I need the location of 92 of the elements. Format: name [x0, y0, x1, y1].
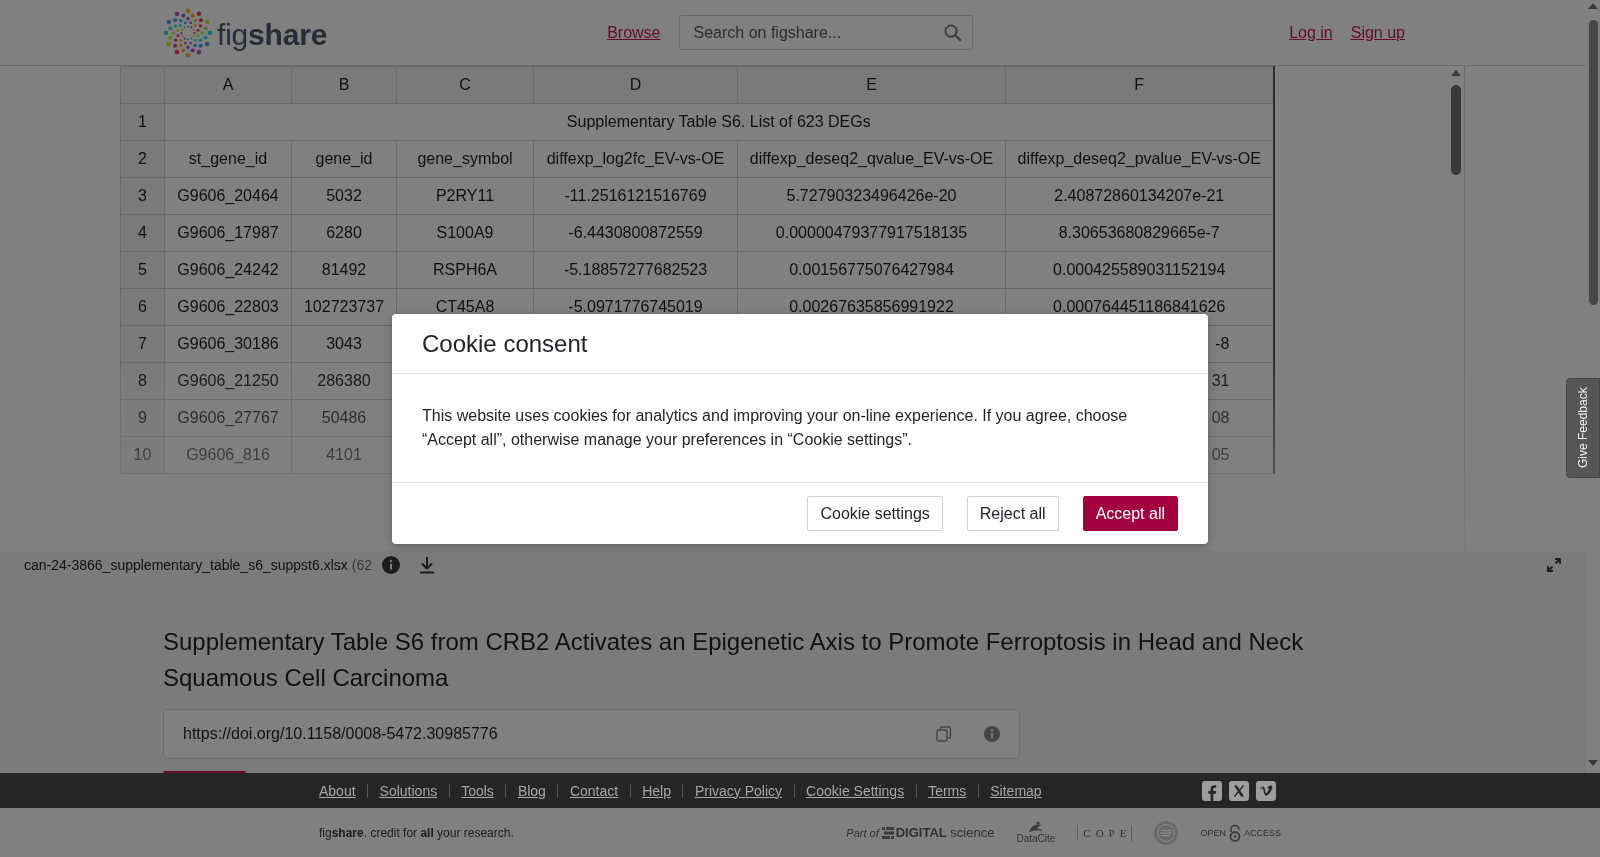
footer-link[interactable]: Help — [642, 782, 671, 799]
footer-link[interactable]: About — [319, 782, 356, 799]
info-icon[interactable] — [382, 555, 400, 574]
partner-logo-text[interactable]: COPE — [1077, 824, 1133, 841]
dialog-button[interactable]: Cookie settings — [807, 496, 943, 531]
scrollbar-thumb[interactable] — [1451, 85, 1461, 175]
dialog-button[interactable]: Accept all — [1082, 496, 1178, 531]
table-cell: -6.4430800872559 — [533, 214, 738, 252]
table-cell: 0.00000479377917518135 — [737, 214, 1006, 252]
stripes-logo-icon[interactable] — [881, 826, 894, 839]
table-cell: 31 — [1211, 372, 1230, 389]
table-cell: st_gene_id — [164, 140, 292, 178]
footer-link[interactable]: Blog — [517, 782, 546, 799]
footer-tagline: figshare. credit for all your research. — [319, 825, 514, 840]
scroll-down-icon[interactable] — [1588, 760, 1598, 766]
row-header: 7 — [120, 325, 165, 363]
dialog-message: This website uses cookies for analytics and improving your on-line experience. If you agree, choose “Accept all”, otherwise manage your preferences in “Cookie settings”. — [422, 406, 1129, 450]
doi-text: https://doi.org/10.1158/0008-5472.30985776 — [183, 725, 498, 743]
copy-icon[interactable] — [936, 726, 952, 742]
facebook-icon[interactable] — [1202, 780, 1222, 801]
expand-icon[interactable] — [1547, 557, 1561, 572]
table-cell: 0.00156775076427984 — [737, 251, 1006, 289]
footer-link[interactable]: Terms — [928, 782, 967, 799]
column-header: A — [164, 66, 292, 104]
dialog-title: Cookie consent — [422, 329, 588, 358]
partner-logo-text[interactable]: ACCESS — [1244, 827, 1281, 838]
round-seal-icon[interactable] — [1154, 820, 1179, 845]
table-cell: G9606_20464 — [164, 177, 292, 215]
auth-link[interactable]: Sign up — [1350, 23, 1405, 42]
scroll-up-icon[interactable] — [1451, 70, 1461, 76]
partner-logo-text[interactable]: DIGITAL science — [895, 825, 995, 840]
swoosh-logo-icon[interactable] — [1028, 821, 1044, 833]
spiral-logo-icon[interactable] — [163, 7, 213, 58]
row-header: 9 — [120, 399, 165, 437]
table-cell: 08 — [1211, 409, 1230, 426]
table-cell: -5.18857277682523 — [533, 251, 738, 289]
column-header: B — [291, 66, 397, 104]
partner-logo-text[interactable]: Part of — [846, 826, 879, 839]
table-cell: -11.2516121516769 — [533, 177, 738, 215]
download-icon[interactable] — [419, 555, 435, 574]
file-name: can-24-3866_supplementary_table_s6_suppst6.xlsx — [24, 556, 348, 573]
auth-link[interactable]: Log in — [1289, 23, 1333, 42]
footer-link[interactable]: Tools — [461, 782, 494, 799]
footer-link[interactable]: Sitemap — [990, 782, 1042, 799]
table-cell: G9606_22803 — [164, 288, 292, 326]
table-cell: diffexp_log2fc_EV-vs-OE — [533, 140, 738, 178]
row-header: 5 — [120, 251, 165, 289]
table-cell: 6280 — [291, 214, 397, 252]
partner-logo-text[interactable]: OPEN — [1200, 827, 1226, 838]
table-cell: gene_id — [291, 140, 397, 178]
file-size: (62 — [351, 556, 372, 573]
browse-link[interactable]: Browse — [607, 23, 661, 42]
row-header: 8 — [120, 362, 165, 400]
footer-link[interactable]: Contact — [569, 782, 619, 799]
x-logo-icon[interactable] — [1229, 780, 1249, 801]
table-cell: 5032 — [291, 177, 397, 215]
row-header: 10 — [120, 436, 165, 474]
table-cell: 05 — [1211, 446, 1230, 463]
info-icon[interactable] — [984, 726, 1000, 742]
logo-wordmark[interactable]: figshare — [217, 13, 328, 52]
table-cell: gene_symbol — [396, 140, 534, 178]
table-cell: 5.72790323496426e-20 — [737, 177, 1006, 215]
vimeo-icon[interactable] — [1256, 780, 1276, 801]
partner-logo-text[interactable]: DataCite — [1016, 833, 1056, 844]
scroll-up-icon[interactable] — [1588, 3, 1598, 9]
table-cell: RSPH6A — [396, 251, 534, 289]
table-cell: G9606_17987 — [164, 214, 292, 252]
search-icon[interactable] — [943, 24, 961, 41]
table-cell: P2RY11 — [396, 177, 534, 215]
footer-link[interactable]: Privacy Policy — [694, 782, 783, 799]
table-cell: diffexp_deseq2_qvalue_EV-vs-OE — [737, 140, 1006, 178]
row-header: 2 — [120, 140, 165, 178]
table-cell: -8 — [1215, 335, 1230, 352]
row-header: 6 — [120, 288, 165, 326]
column-header: C — [396, 66, 534, 104]
table-cell: G9606_24242 — [164, 251, 292, 289]
open-lock-icon[interactable] — [1228, 823, 1242, 842]
column-header: D — [533, 66, 738, 104]
column-header: E — [737, 66, 1006, 104]
search-field[interactable]: Search on figshare... — [678, 15, 973, 50]
item-title: Supplementary Table S6 from CRB2 Activates an Epigenetic Axis to Promote Ferroptosis in Head and Neck Squamous Cell Carcinoma — [163, 627, 1305, 693]
footer-link[interactable]: Solutions — [379, 782, 438, 799]
table-cell: S100A9 — [396, 214, 534, 252]
dialog-button[interactable]: Reject all — [966, 496, 1059, 531]
column-header: F — [1005, 66, 1274, 104]
row-header: 3 — [120, 177, 165, 215]
scrollbar-thumb[interactable] — [1588, 20, 1598, 305]
table-cell: 81492 — [291, 251, 397, 289]
row-header: 4 — [120, 214, 165, 252]
feedback-tab[interactable]: Give Feedback — [1566, 378, 1600, 478]
footer-link[interactable]: Cookie Settings — [806, 782, 905, 799]
row-header: 1 — [120, 103, 165, 141]
